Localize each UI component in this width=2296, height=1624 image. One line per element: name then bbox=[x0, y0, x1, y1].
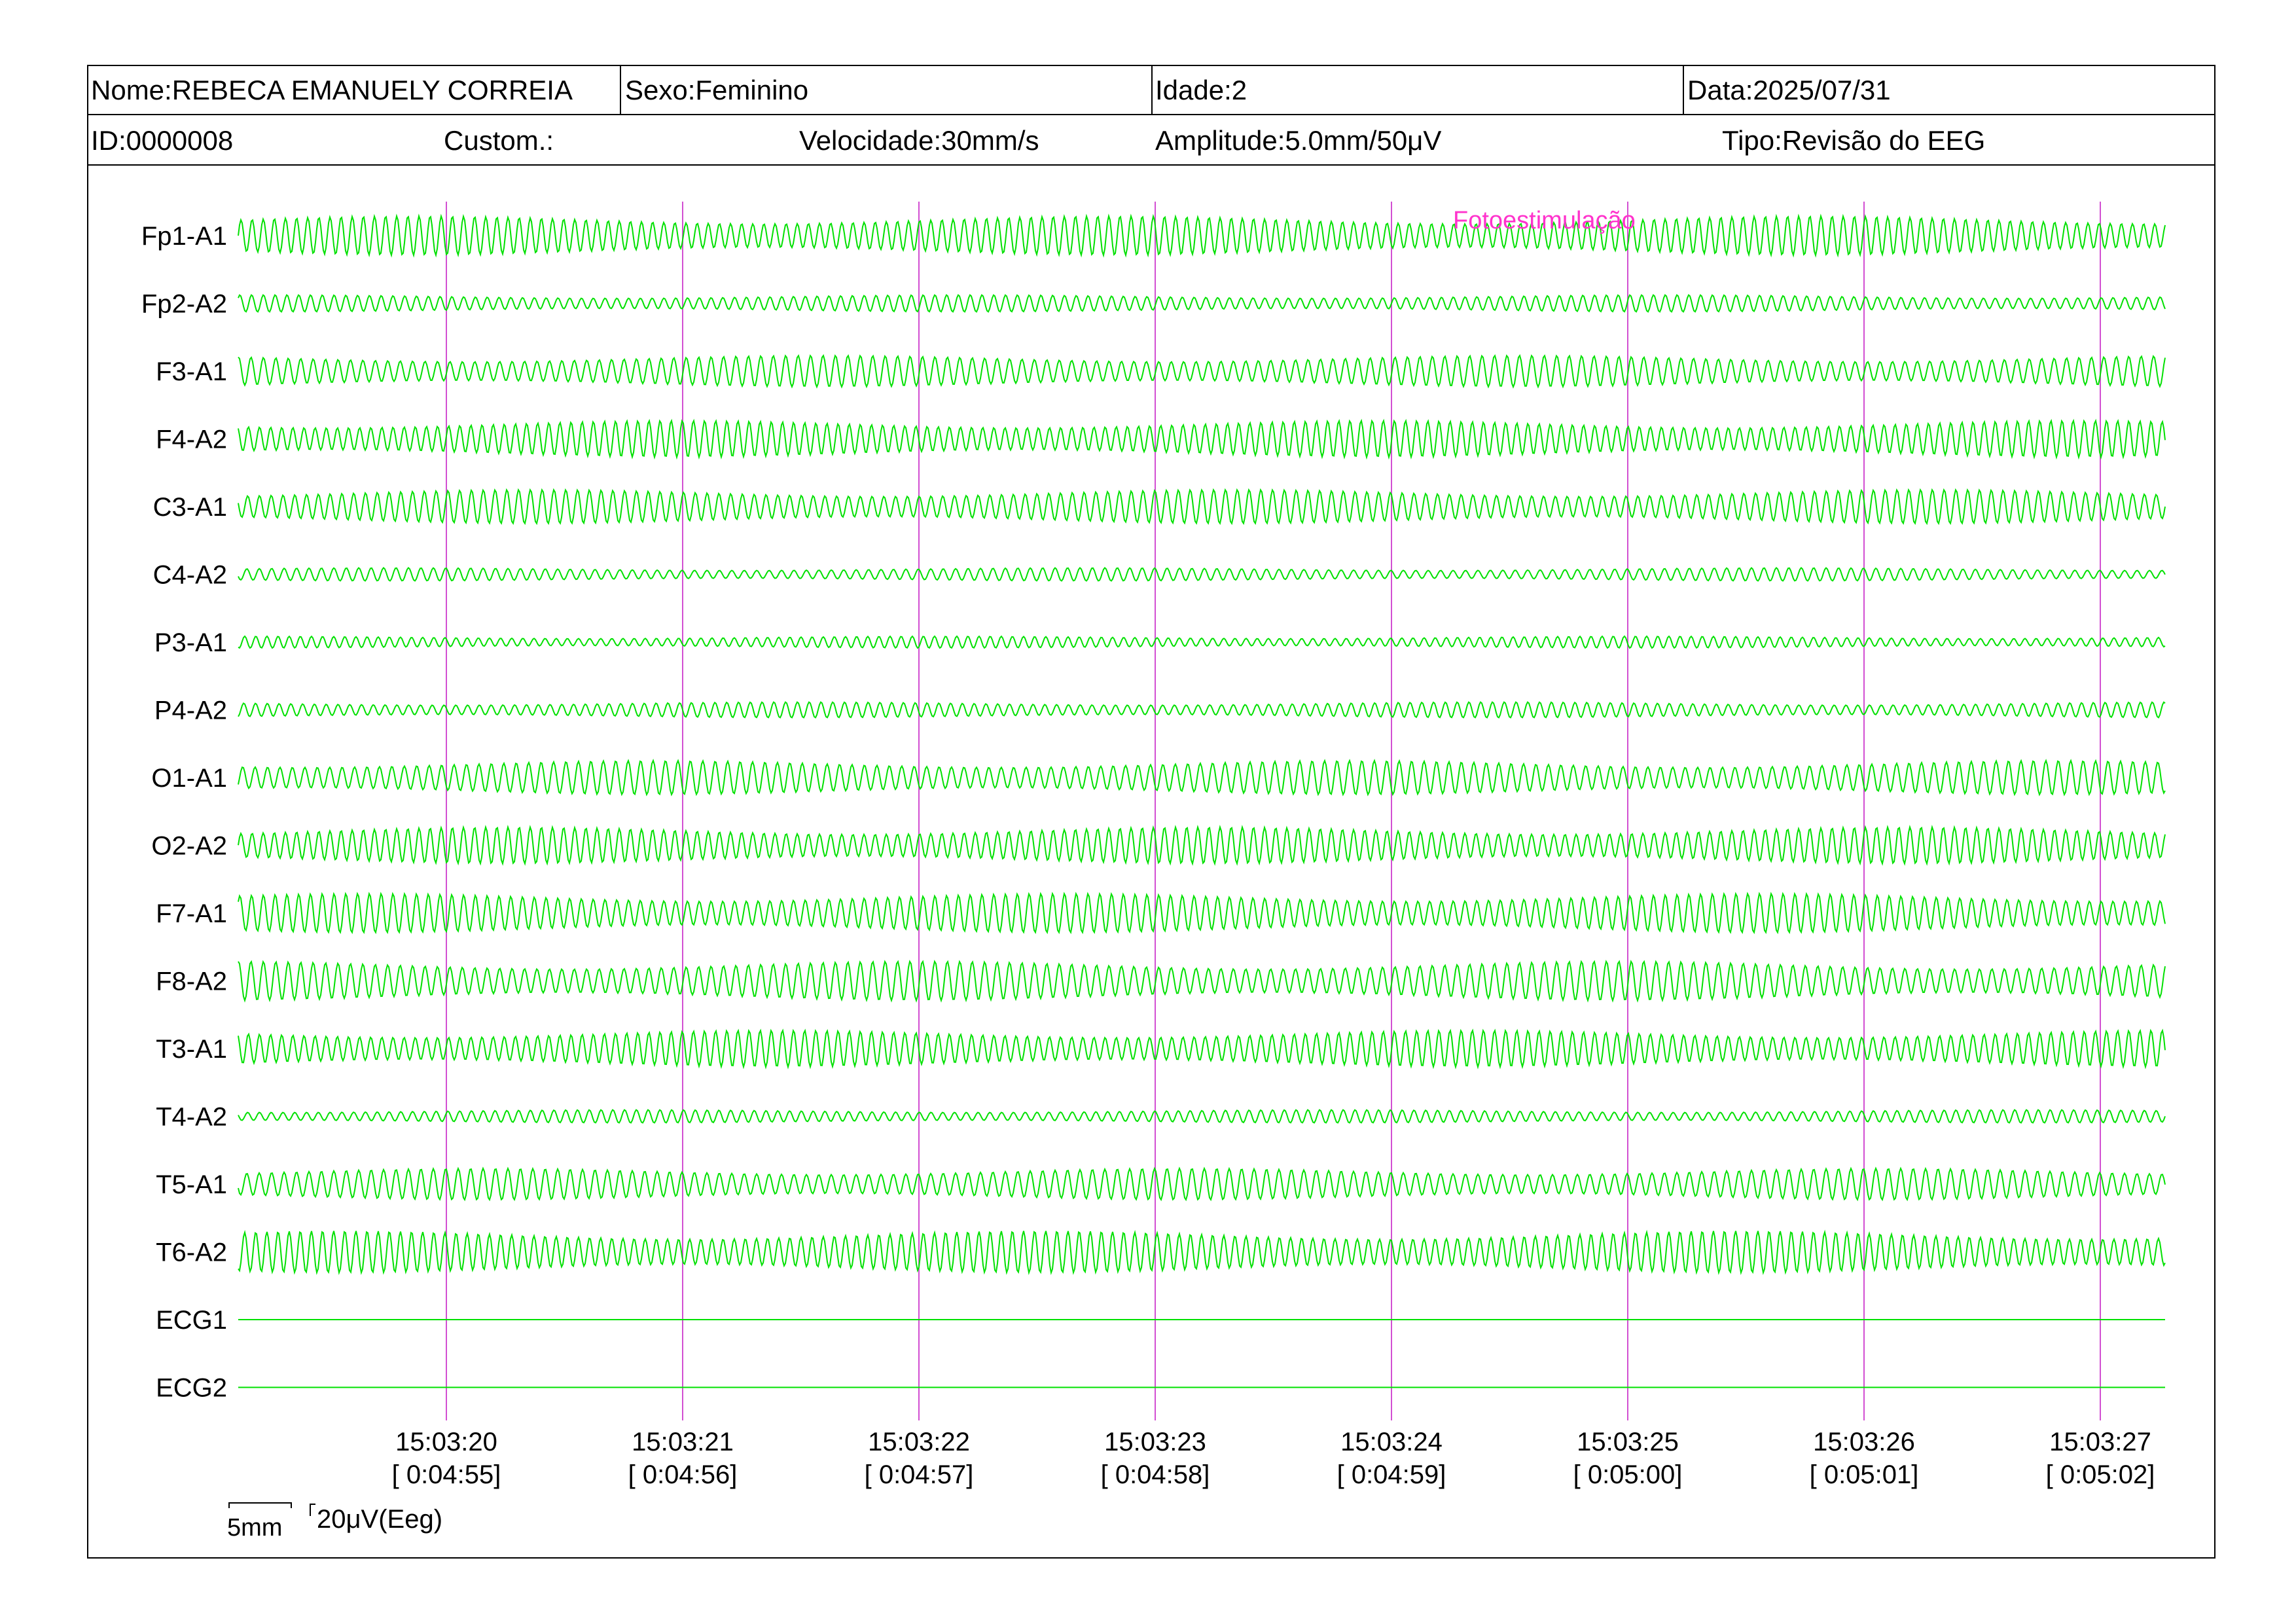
channel-label: Fp2-A2 bbox=[141, 290, 227, 319]
channel-label: O2-A2 bbox=[151, 832, 227, 861]
time-marker-elapsed: [ 0:04:59] bbox=[1337, 1460, 1446, 1489]
channel-label: O1-A1 bbox=[151, 764, 227, 793]
time-marker-elapsed: [ 0:04:57] bbox=[865, 1460, 974, 1489]
eeg-trace bbox=[238, 759, 2166, 797]
eeg-trace bbox=[238, 1229, 2166, 1276]
channel-label: T3-A1 bbox=[156, 1035, 227, 1064]
photostimulation-annotation: Fotoestimulação bbox=[1453, 207, 1636, 234]
channel-label: T4-A2 bbox=[156, 1103, 227, 1132]
time-marker-clock: 15:03:25 bbox=[1577, 1428, 1679, 1456]
channel-label: Fp1-A1 bbox=[141, 222, 227, 251]
time-marker-clock: 15:03:20 bbox=[395, 1428, 497, 1456]
channel-label: F3-A1 bbox=[156, 357, 227, 386]
eeg-trace bbox=[238, 1166, 2166, 1202]
eeg-trace bbox=[238, 294, 2166, 313]
eeg-trace bbox=[238, 892, 2166, 935]
eeg-trace bbox=[238, 354, 2166, 389]
time-marker-elapsed: [ 0:05:02] bbox=[2046, 1460, 2155, 1489]
channel-label: F4-A2 bbox=[156, 425, 227, 454]
channel-label: C4-A2 bbox=[153, 561, 227, 590]
time-marker-elapsed: [ 0:05:00] bbox=[1573, 1460, 1683, 1489]
channel-label: ECG2 bbox=[156, 1374, 227, 1403]
eeg-trace bbox=[238, 701, 2166, 719]
eeg-trace bbox=[238, 824, 2166, 866]
time-marker-clock: 15:03:24 bbox=[1340, 1428, 1443, 1456]
eeg-traces-chart: Fp1-A1 Fp2-A2 F3-A1 F4-A2 C3-A1 C4-A2 P3-A1 P4-… bbox=[141, 202, 2166, 1542]
scale-indicator: 5mm 20μV(Eeg) bbox=[227, 1502, 442, 1542]
time-marker-elapsed: [ 0:04:55] bbox=[392, 1460, 501, 1489]
time-marker-elapsed: [ 0:04:58] bbox=[1101, 1460, 1210, 1489]
eeg-trace bbox=[238, 635, 2166, 649]
channel-label: ECG1 bbox=[156, 1306, 227, 1335]
time-scale-label: 5mm bbox=[227, 1514, 282, 1542]
eeg-trace bbox=[238, 1109, 2166, 1124]
time-marker-elapsed: [ 0:05:01] bbox=[1810, 1460, 1919, 1489]
amplitude-scale-label: 20μV(Eeg) bbox=[317, 1505, 442, 1534]
eeg-trace bbox=[238, 567, 2166, 582]
channel-label: P3-A1 bbox=[154, 628, 227, 657]
time-marker-clock: 15:03:23 bbox=[1104, 1428, 1206, 1456]
time-marker-clock: 15:03:26 bbox=[1813, 1428, 1915, 1456]
eeg-trace bbox=[238, 488, 2166, 526]
eeg-trace bbox=[238, 1028, 2166, 1070]
time-marker-clock: 15:03:21 bbox=[632, 1428, 734, 1456]
time-marker-clock: 15:03:27 bbox=[2049, 1428, 2151, 1456]
channel-label: F8-A2 bbox=[156, 967, 227, 996]
channel-label: P4-A2 bbox=[154, 696, 227, 725]
time-marker-clock: 15:03:22 bbox=[868, 1428, 970, 1456]
channel-label: F7-A1 bbox=[156, 899, 227, 928]
eeg-trace bbox=[238, 213, 2166, 258]
eeg-trace bbox=[238, 960, 2166, 1003]
channel-label: T5-A1 bbox=[156, 1170, 227, 1199]
channel-label: C3-A1 bbox=[153, 493, 227, 522]
eeg-trace bbox=[238, 418, 2166, 460]
channel-label: T6-A2 bbox=[156, 1238, 227, 1267]
time-marker-elapsed: [ 0:04:56] bbox=[628, 1460, 738, 1489]
